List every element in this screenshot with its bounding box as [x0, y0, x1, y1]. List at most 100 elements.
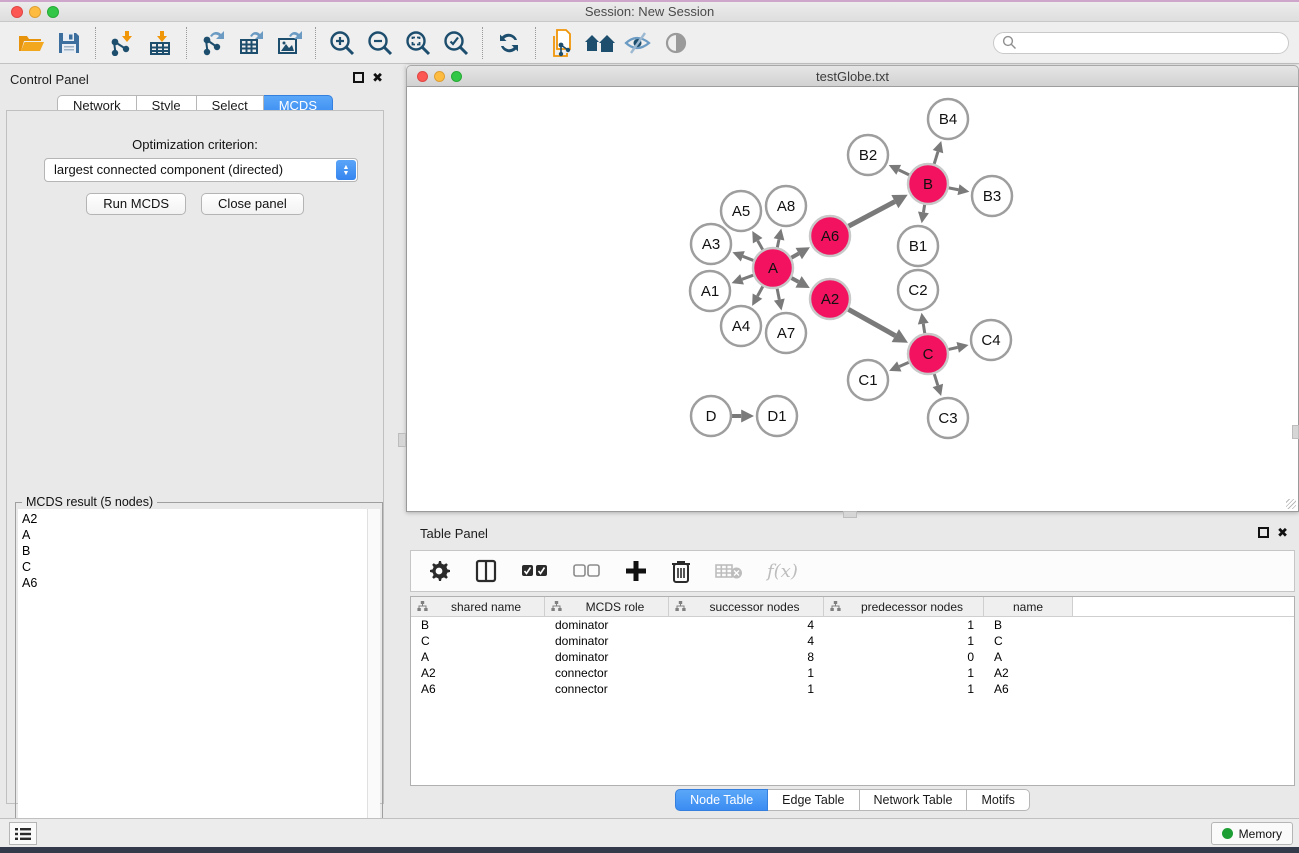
- zoom-fit-button[interactable]: [399, 26, 437, 60]
- table-row[interactable]: Adominator80A: [411, 649, 1294, 665]
- list-icon: [15, 827, 31, 841]
- export-network-button[interactable]: [194, 26, 232, 60]
- result-item[interactable]: A: [22, 527, 367, 543]
- network-view-window: testGlobe.txt AA1A2A3A4A5A6A7A8BB1B2B3B4…: [406, 65, 1299, 512]
- tab-motifs[interactable]: Motifs: [967, 789, 1029, 811]
- column-header-name[interactable]: name: [984, 597, 1073, 616]
- optimization-criterion-label: Optimization criterion:: [7, 137, 383, 152]
- open-session-button[interactable]: [12, 26, 50, 60]
- home-view-button[interactable]: [581, 26, 619, 60]
- result-item[interactable]: B: [22, 543, 367, 559]
- result-item[interactable]: C: [22, 559, 367, 575]
- mcds-result-title: MCDS result (5 nodes): [22, 495, 157, 509]
- edge-A-A8[interactable]: [777, 239, 779, 247]
- table-float-icon[interactable]: [1258, 527, 1269, 538]
- table-row[interactable]: A2connector11A2: [411, 665, 1294, 681]
- apply-layout-button[interactable]: [490, 26, 528, 60]
- cell-successor-nodes: 1: [669, 665, 824, 681]
- cell-shared-name: C: [411, 633, 545, 649]
- mcds-result-list[interactable]: A2ABCA6: [18, 509, 368, 844]
- search-input[interactable]: [1017, 34, 1288, 52]
- close-panel-icon[interactable]: ✖: [372, 70, 383, 86]
- edge-A-A4[interactable]: [757, 286, 762, 296]
- table-settings-button[interactable]: [429, 560, 451, 582]
- arrowhead: [933, 141, 944, 153]
- zoom-selected-button[interactable]: [437, 26, 475, 60]
- table-row[interactable]: Cdominator41C: [411, 633, 1294, 649]
- criterion-dropdown[interactable]: largest connected component (directed) ▲…: [44, 158, 358, 182]
- node-table[interactable]: shared nameMCDS rolesuccessor nodesprede…: [410, 596, 1295, 786]
- edge-A-A5[interactable]: [758, 241, 763, 250]
- horizontal-splitter-handle[interactable]: [843, 511, 857, 518]
- edge-B-B4[interactable]: [934, 152, 938, 164]
- edge-C-C4[interactable]: [948, 347, 957, 349]
- gear-icon: [429, 560, 451, 582]
- result-item[interactable]: A2: [22, 511, 367, 527]
- edge-A-A7[interactable]: [777, 289, 779, 300]
- tab-edge-table[interactable]: Edge Table: [768, 789, 859, 811]
- edge-C-C2[interactable]: [923, 324, 924, 334]
- network-from-selection-button[interactable]: [543, 26, 581, 60]
- column-header-MCDS-role[interactable]: MCDS role: [545, 597, 669, 616]
- edge-B-B3[interactable]: [949, 188, 959, 190]
- export-table-button[interactable]: [232, 26, 270, 60]
- edge-A-A1[interactable]: [742, 275, 753, 279]
- table-row[interactable]: A6connector11A6: [411, 681, 1294, 697]
- add-column-button[interactable]: [625, 560, 647, 582]
- zoom-in-button[interactable]: [323, 26, 361, 60]
- maximize-window-button[interactable]: [47, 6, 59, 18]
- export-image-button[interactable]: [270, 26, 308, 60]
- edge-A6-B[interactable]: [849, 202, 895, 227]
- network-close-button[interactable]: [417, 71, 428, 82]
- hide-selected-button[interactable]: [619, 26, 657, 60]
- edge-A-A6[interactable]: [791, 254, 798, 258]
- table-close-icon[interactable]: ✖: [1277, 525, 1288, 541]
- result-list-scrollbar[interactable]: [367, 509, 380, 844]
- import-table-button[interactable]: [141, 26, 179, 60]
- close-window-button[interactable]: [11, 6, 23, 18]
- column-header-shared-name[interactable]: shared name: [411, 597, 545, 616]
- node-label-C: C: [923, 346, 934, 363]
- column-label: shared name: [428, 600, 544, 614]
- column-header-successor-nodes[interactable]: successor nodes: [669, 597, 824, 616]
- edge-B-B2[interactable]: [899, 170, 909, 175]
- float-panel-icon[interactable]: [353, 72, 364, 83]
- deselect-all-rows-button[interactable]: [573, 564, 601, 578]
- show-all-button[interactable]: [657, 26, 695, 60]
- right-splitter-handle[interactable]: [1292, 425, 1299, 439]
- zoom-out-button[interactable]: [361, 26, 399, 60]
- edge-B-B1[interactable]: [923, 205, 924, 213]
- minimize-window-button[interactable]: [29, 6, 41, 18]
- edge-A2-C[interactable]: [848, 309, 895, 335]
- network-maximize-button[interactable]: [451, 71, 462, 82]
- network-window-titlebar[interactable]: testGlobe.txt: [406, 65, 1299, 87]
- tab-network-table[interactable]: Network Table: [860, 789, 968, 811]
- task-history-button[interactable]: [9, 822, 37, 845]
- toolbar-separator: [482, 27, 483, 59]
- close-panel-button[interactable]: Close panel: [201, 193, 304, 215]
- select-all-rows-button[interactable]: [521, 564, 549, 578]
- edge-C-C3[interactable]: [934, 374, 938, 385]
- window-resize-grip[interactable]: [1286, 499, 1296, 509]
- memory-button[interactable]: Memory: [1211, 822, 1293, 845]
- tab-node-table[interactable]: Node Table: [675, 789, 768, 811]
- cell-shared-name: A6: [411, 681, 545, 697]
- result-item[interactable]: A6: [22, 575, 367, 591]
- edge-A-A3[interactable]: [743, 256, 754, 260]
- save-session-button[interactable]: [50, 26, 88, 60]
- split-table-button[interactable]: [475, 559, 497, 583]
- edge-C-C1[interactable]: [899, 362, 908, 366]
- column-header-predecessor-nodes[interactable]: predecessor nodes: [824, 597, 984, 616]
- arrowhead: [933, 384, 943, 396]
- run-mcds-button[interactable]: Run MCDS: [86, 193, 186, 215]
- table-row[interactable]: Bdominator41B: [411, 617, 1294, 633]
- search-field[interactable]: [993, 32, 1289, 54]
- delete-column-button[interactable]: [671, 559, 691, 583]
- left-splitter-handle[interactable]: [398, 433, 406, 447]
- edge-A-A2[interactable]: [791, 278, 798, 282]
- import-network-button[interactable]: [103, 26, 141, 60]
- network-minimize-button[interactable]: [434, 71, 445, 82]
- network-canvas[interactable]: AA1A2A3A4A5A6A7A8BB1B2B3B4CC1C2C3C4DD1: [406, 87, 1299, 512]
- table-body: Bdominator41BCdominator41CAdominator80AA…: [411, 617, 1294, 697]
- network-graph[interactable]: AA1A2A3A4A5A6A7A8BB1B2B3B4CC1C2C3C4DD1: [407, 87, 1298, 510]
